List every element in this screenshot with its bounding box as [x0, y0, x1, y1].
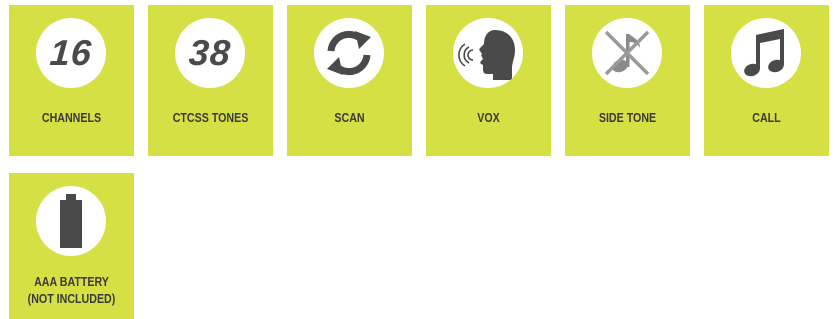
feature-label-side-tone: SIDE TONE — [598, 110, 657, 125]
feature-tile-scan: SCAN — [287, 5, 412, 156]
feature-label-battery: AAA BATTERY (NOT INCLUDED) — [20, 273, 123, 307]
battery-icon — [36, 186, 106, 256]
music-note-icon — [731, 18, 801, 88]
number-16-icon: 16 — [36, 18, 106, 88]
battery-label-line2: (NOT INCLUDED) — [27, 291, 116, 306]
channels-number: 16 — [48, 32, 94, 73]
feature-tile-vox: VOX — [426, 5, 551, 156]
muted-note-icon — [592, 18, 662, 88]
number-38-icon: 38 — [175, 18, 245, 88]
feature-label-scan: SCAN — [334, 110, 365, 125]
feature-tile-side-tone: SIDE TONE — [565, 5, 690, 156]
feature-label-ctcss-tones: CTCSS TONES — [172, 110, 249, 125]
scan-arrows-icon — [314, 18, 384, 88]
feature-label-vox: VOX — [477, 110, 500, 125]
ctcss-number: 38 — [187, 32, 233, 73]
feature-label-call: CALL — [752, 110, 781, 125]
feature-label-channels: CHANNELS — [41, 110, 102, 125]
feature-tile-ctcss-tones: 38 CTCSS TONES — [148, 5, 273, 156]
battery-label-line1: AAA BATTERY — [34, 274, 109, 289]
feature-tile-call: CALL — [704, 5, 829, 156]
voice-head-icon — [453, 18, 523, 88]
feature-tile-channels: 16 CHANNELS — [9, 5, 134, 156]
feature-tile-battery: AAA BATTERY (NOT INCLUDED) — [9, 173, 134, 319]
